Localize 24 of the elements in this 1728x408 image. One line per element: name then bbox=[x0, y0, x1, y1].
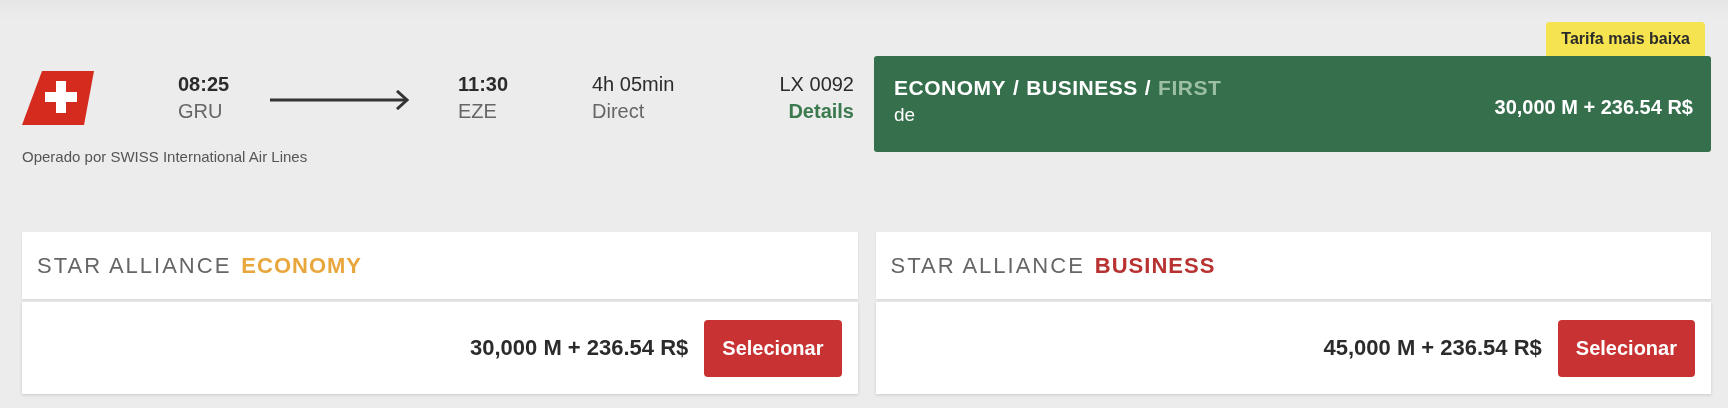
from-label: de bbox=[894, 104, 917, 126]
cabin-classes: ECONOMY / BUSINESS / FIRST bbox=[894, 76, 1222, 100]
brand-name: STAR ALLIANCE bbox=[37, 252, 232, 279]
select-button[interactable]: Selecionar bbox=[1557, 319, 1695, 377]
arrival-time: 11:30 bbox=[458, 72, 510, 97]
fare-price: 45,000 M + 236.54 R$ bbox=[1323, 335, 1542, 361]
arrow-icon bbox=[270, 90, 410, 110]
cabin-name: ECONOMY bbox=[241, 252, 362, 279]
fare-banner[interactable]: ECONOMY / BUSINESS / FIRST de 30,000 M + 236.54 R$ bbox=[874, 56, 1711, 152]
arrival-airport: EZE bbox=[458, 99, 498, 124]
flight-number: LX 0092 bbox=[779, 72, 854, 97]
departure-time: 08:25 bbox=[178, 72, 231, 97]
lowest-fare-badge: Tarifa mais baixa bbox=[1546, 22, 1705, 56]
cabin-name: BUSINESS bbox=[1094, 252, 1216, 279]
brand-name: STAR ALLIANCE bbox=[890, 252, 1085, 279]
stops-label: Direct bbox=[592, 99, 646, 124]
airline-logo-icon bbox=[22, 71, 94, 125]
flight-duration: 4h 05min bbox=[592, 72, 676, 97]
details-link[interactable]: Details bbox=[788, 98, 854, 125]
departure-airport: GRU bbox=[178, 99, 224, 124]
fare-price: 30,000 M + 236.54 R$ bbox=[1494, 96, 1693, 120]
operator-text: Operado por SWISS International Air Lines bbox=[22, 148, 309, 165]
select-button[interactable]: Selecionar bbox=[704, 319, 842, 377]
fare-price: 30,000 M + 236.54 R$ bbox=[470, 335, 689, 361]
